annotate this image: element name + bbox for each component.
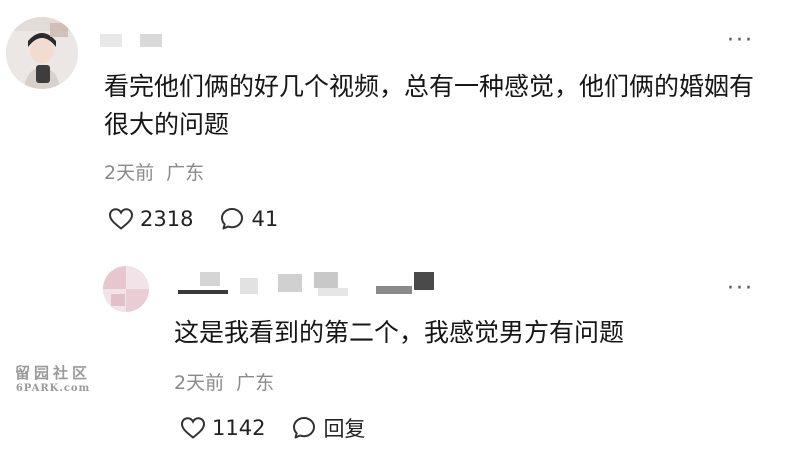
comment-time: 2天前 (174, 372, 225, 394)
comment-text: 这是我看到的第二个，我感觉男方有问题 (174, 318, 625, 347)
reply-button[interactable]: 回复 (291, 413, 365, 443)
comment-location: 广东 (236, 372, 275, 394)
heart-icon (180, 416, 206, 440)
like-button[interactable]: 1142 (180, 416, 265, 440)
comment-icon (219, 206, 245, 232)
more-icon[interactable]: ··· (727, 276, 754, 301)
avatar[interactable] (103, 266, 149, 312)
comment-meta: 2天前 广东 (174, 368, 274, 395)
avatar[interactable] (6, 17, 78, 89)
watermark: 留园社区 6PARK.com (8, 362, 98, 394)
reply-button[interactable]: 41 (219, 206, 278, 232)
comment-item: ··· 看完他们俩的好几个视频，总有一种感觉，他们俩的婚姻有很大的问题 2天前广… (0, 0, 800, 250)
more-icon[interactable]: ··· (727, 28, 754, 53)
watermark-cn: 留园社区 (14, 364, 91, 382)
comment-actions: 1142 回复 (180, 413, 391, 443)
comment-time: 2天前 (104, 162, 155, 184)
comment-location: 广东 (166, 162, 205, 184)
like-button[interactable]: 2318 (108, 207, 193, 231)
comment-meta: 2天前 广东 (104, 158, 204, 185)
username-redacted[interactable] (100, 32, 190, 48)
like-count: 2318 (140, 207, 194, 231)
username-redacted[interactable] (178, 270, 438, 302)
like-count: 1142 (212, 416, 266, 440)
comment-icon (291, 415, 317, 441)
reply-count: 41 (251, 207, 279, 231)
comment-actions: 2318 41 (108, 204, 304, 234)
comment-text: 看完他们俩的好几个视频，总有一种感觉，他们俩的婚姻有很大的问题 (104, 72, 755, 139)
heart-icon (108, 207, 134, 231)
reply-label: 回复 (323, 417, 366, 441)
watermark-en: 6PARK.com (15, 383, 91, 394)
